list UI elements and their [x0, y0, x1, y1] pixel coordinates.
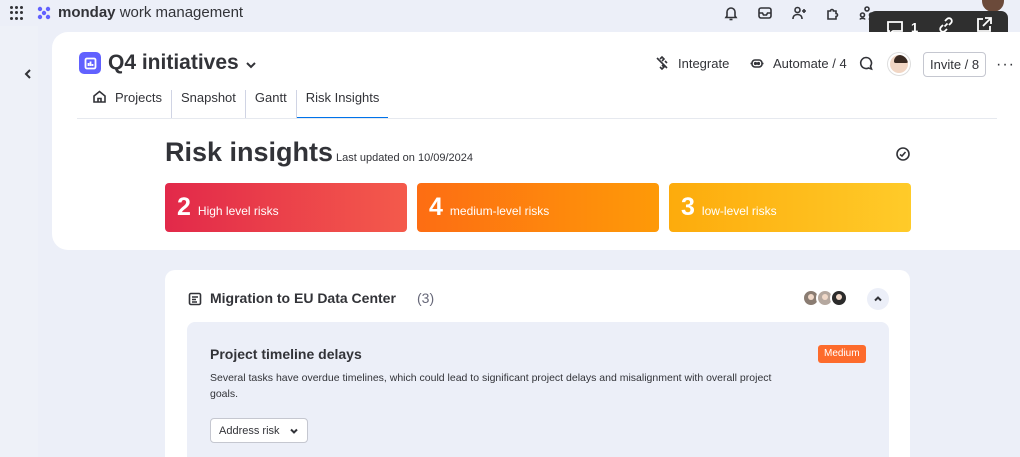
apps-puzzle-icon[interactable]	[824, 4, 842, 22]
collapse-sidebar-button[interactable]	[18, 64, 38, 84]
more-options-button[interactable]: ···	[996, 56, 1015, 74]
medium-risk-label: medium-level risks	[449, 203, 550, 218]
robot-icon	[750, 59, 764, 68]
left-rail	[0, 26, 38, 457]
updates-button[interactable]	[858, 55, 874, 71]
high-risk-label: High level risks	[197, 203, 279, 218]
board-icon	[79, 52, 101, 74]
risk-item: Project timeline delays Medium Several t…	[187, 322, 889, 457]
tab-snapshot[interactable]: Snapshot	[170, 90, 245, 118]
home-icon	[93, 90, 106, 103]
feedback-icon[interactable]	[895, 146, 911, 162]
risk-description: Several tasks have overdue timelines, wh…	[210, 372, 772, 400]
project-members[interactable]	[802, 289, 848, 307]
collapse-project-button[interactable]	[867, 288, 889, 310]
tab-projects[interactable]: Projects	[83, 90, 171, 118]
address-risk-label: Address risk	[219, 424, 280, 437]
low-risk-label: low-level risks	[701, 203, 777, 218]
top-icons	[722, 4, 876, 22]
last-updated-text: Last updated on 10/09/2024	[336, 152, 474, 164]
project-risk-panel: Migration to EU Data Center (3) Project …	[165, 270, 910, 457]
board-title[interactable]: Q4 initiatives	[108, 51, 239, 75]
apps-grid-icon[interactable]	[10, 6, 24, 20]
inbox-icon[interactable]	[756, 4, 774, 22]
monday-logo-icon	[37, 6, 51, 19]
project-icon	[188, 292, 202, 306]
top-bar: monday work management	[0, 0, 1020, 26]
chevron-down-icon[interactable]	[245, 58, 257, 70]
high-risk-count: 2	[177, 193, 191, 221]
tabs-divider	[77, 118, 997, 119]
high-risk-card[interactable]: 2 High level risks	[165, 183, 407, 232]
brand-name: monday work management	[58, 4, 244, 21]
integrate-label: Integrate	[678, 55, 730, 71]
address-risk-dropdown[interactable]: Address risk	[210, 418, 308, 443]
board-owner-avatar[interactable]	[888, 53, 910, 75]
severity-badge: Medium	[818, 345, 866, 363]
chevron-left-icon	[24, 69, 31, 79]
chat-bubble-icon	[859, 56, 873, 71]
low-risk-card[interactable]: 3 low-level risks	[669, 183, 911, 232]
invite-member-icon[interactable]	[790, 4, 808, 22]
integrate-icon	[656, 55, 668, 71]
low-risk-count: 3	[681, 193, 695, 221]
automate-label: Automate / 4	[773, 55, 847, 71]
member-avatar	[830, 289, 848, 307]
brand-logo[interactable]: monday work management	[36, 4, 243, 21]
integrate-button[interactable]: Integrate	[654, 55, 729, 71]
automate-button[interactable]: Automate / 4	[749, 55, 847, 71]
chevron-down-icon	[289, 428, 298, 434]
page-title: Risk insights	[165, 137, 334, 167]
tab-gantt[interactable]: Gantt	[244, 90, 296, 118]
project-risk-count: (3)	[417, 290, 435, 306]
risk-title: Project timeline delays	[210, 346, 362, 362]
invite-button[interactable]: Invite / 8	[923, 52, 987, 77]
board-header: Q4 initiatives Integrate Automate / 4 In…	[52, 32, 1020, 250]
tab-risk-insights[interactable]: Risk Insights	[295, 90, 389, 119]
medium-risk-count: 4	[429, 193, 443, 221]
bell-icon[interactable]	[722, 4, 740, 22]
chevron-up-icon	[874, 296, 882, 302]
medium-risk-card[interactable]: 4 medium-level risks	[417, 183, 659, 232]
board-tabs: Projects Snapshot Gantt Risk Insights	[83, 90, 389, 119]
project-title[interactable]: Migration to EU Data Center	[210, 290, 396, 306]
